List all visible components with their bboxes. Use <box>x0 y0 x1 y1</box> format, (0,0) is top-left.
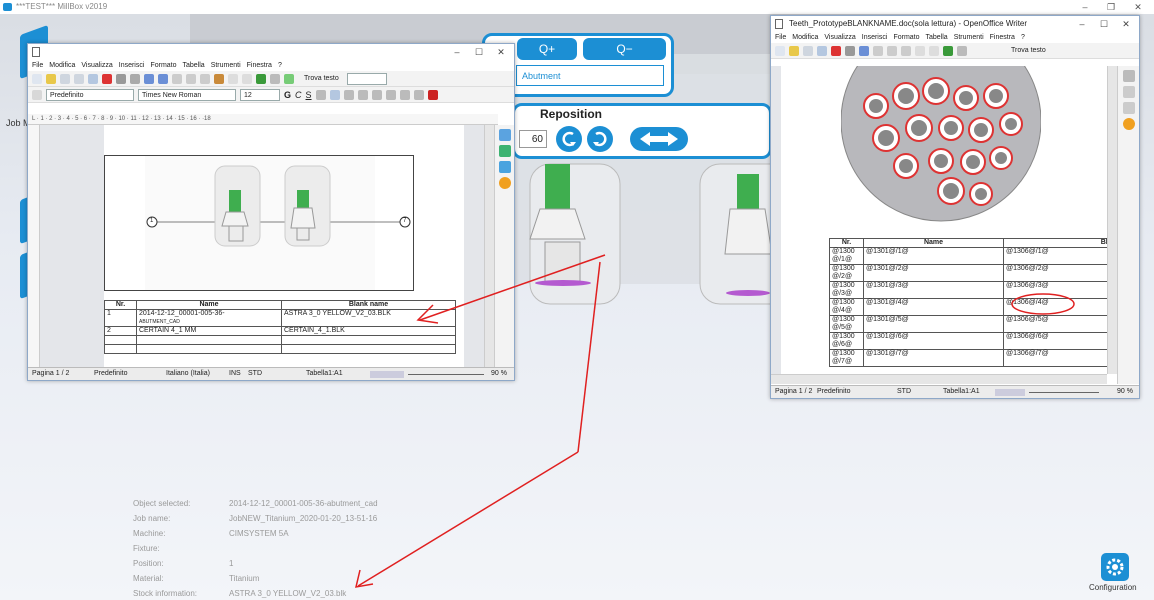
configuration-label: Configuration <box>1089 583 1137 592</box>
configuration-button[interactable] <box>1101 553 1129 581</box>
gear-icon <box>1106 558 1124 576</box>
annotation-arrows <box>355 254 606 588</box>
